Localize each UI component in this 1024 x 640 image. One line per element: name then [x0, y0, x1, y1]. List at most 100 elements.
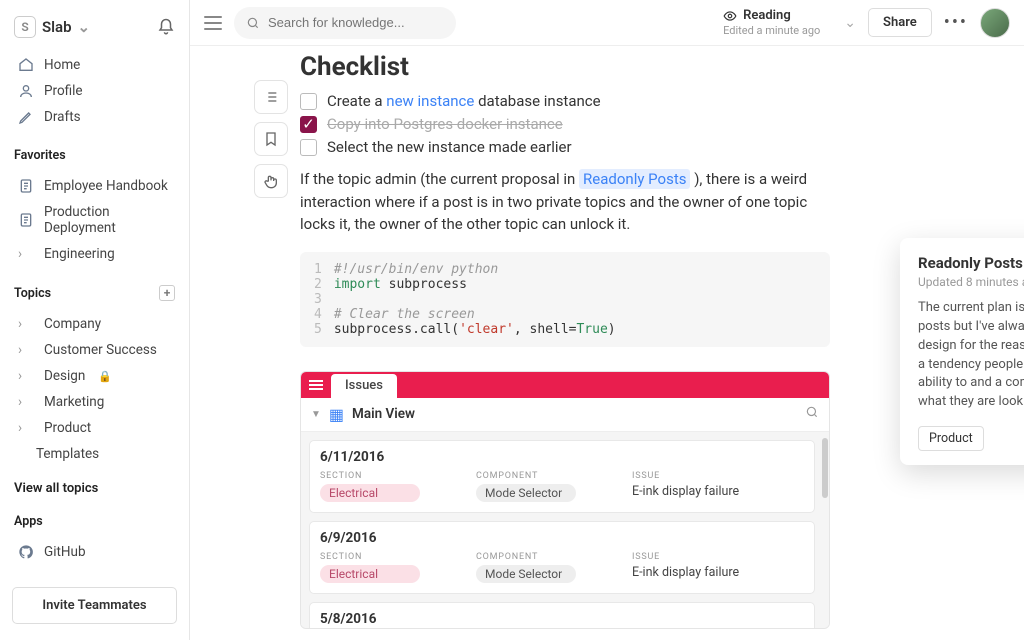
issue-card[interactable]: 5/8/2016SECTIONCOMPONENTISSUE [309, 602, 815, 628]
app-github[interactable]: GitHub [8, 539, 181, 565]
link-new-instance[interactable]: new instance [386, 92, 474, 110]
checklist-text: Select the new instance made earlier [327, 138, 572, 156]
mention-readonly-posts[interactable]: Readonly Posts [579, 169, 690, 189]
doc-icon [18, 178, 34, 194]
list-icon [263, 89, 279, 105]
scrollbar[interactable] [822, 438, 828, 498]
topic-item[interactable]: ›Marketing [8, 389, 181, 415]
add-topic-button[interactable]: + [159, 285, 175, 301]
col-label: ISSUE [632, 552, 772, 562]
checklist-text: Copy into Postgres docker instance [327, 115, 563, 133]
col-label: SECTION [320, 471, 420, 481]
issue-date: 6/11/2016 [320, 449, 804, 465]
invite-teammates-button[interactable]: Invite Teammates [12, 587, 177, 624]
bookmark-icon [263, 131, 279, 147]
nav-drafts[interactable]: Drafts [8, 104, 181, 130]
nav-profile-label: Profile [44, 83, 83, 99]
search-icon[interactable] [805, 405, 819, 423]
issue-date: 6/9/2016 [320, 530, 804, 546]
checklist-item[interactable]: Select the new instance made earlier [300, 138, 1024, 156]
doc-rail [190, 46, 300, 640]
document: Checklist Create a new instance database… [300, 46, 1024, 640]
embed-menu-icon[interactable] [309, 380, 323, 390]
notifications-icon[interactable] [157, 18, 175, 36]
status-subtext: Edited a minute ago [723, 24, 820, 37]
issue-card[interactable]: 6/9/2016SECTIONElectricalCOMPONENTMode S… [309, 521, 815, 594]
topic-item[interactable]: ›Design🔒 [8, 363, 181, 389]
topic-item[interactable]: Templates [8, 441, 181, 467]
search-input[interactable] [268, 15, 444, 30]
more-menu[interactable]: ••• [944, 12, 968, 33]
fav-label: Employee Handbook [44, 178, 168, 194]
nav-home-label: Home [44, 57, 80, 73]
code-block: 12345 #!/usr/bin/env python import subpr… [300, 252, 830, 347]
status-dropdown[interactable]: Reading Edited a minute ago [723, 8, 820, 37]
menu-toggle[interactable] [204, 16, 222, 30]
embed-header: Issues [301, 372, 829, 398]
eye-icon [723, 9, 737, 23]
checklist-item[interactable]: Create a new instance database instance [300, 92, 1024, 110]
fav-item[interactable]: › Engineering [8, 241, 181, 267]
apps-header: Apps [0, 500, 189, 535]
nav-home[interactable]: Home [8, 52, 181, 78]
checklist-item[interactable]: ✓ Copy into Postgres docker instance [300, 115, 1024, 133]
embed-view-name[interactable]: Main View [352, 406, 797, 422]
embed-tab-issues[interactable]: Issues [331, 374, 397, 398]
issue-card[interactable]: 6/11/2016SECTIONElectricalCOMPONENTMode … [309, 440, 815, 513]
topbar: Reading Edited a minute ago ⌄ Share ••• [190, 0, 1024, 46]
fav-label: Production Deployment [44, 204, 171, 236]
workspace-switcher[interactable]: S Slab ⌄ [14, 16, 88, 38]
topic-label: Company [44, 316, 101, 332]
popover-meta: Updated 8 minutes ago · 4 views [918, 275, 1024, 289]
popover-tag[interactable]: Product [918, 426, 984, 451]
popover-body: The current plan is to add the ability t… [918, 299, 1024, 412]
share-button[interactable]: Share [868, 8, 932, 37]
issue-text: E-ink display failure [632, 565, 772, 580]
col-label: ISSUE [632, 471, 772, 481]
user-avatar[interactable] [980, 8, 1010, 38]
component-pill: Mode Selector [476, 565, 576, 583]
clap-button[interactable] [254, 164, 288, 198]
page-title: Checklist [300, 52, 1024, 82]
embed-body[interactable]: 6/11/2016SECTIONElectricalCOMPONENTMode … [301, 432, 829, 628]
line-numbers: 12345 [314, 262, 334, 337]
checkbox[interactable] [300, 139, 317, 156]
topic-label: Product [44, 420, 91, 436]
chevron-right-icon: › [18, 420, 34, 436]
triangle-down-icon[interactable]: ▼ [311, 409, 321, 420]
fav-item[interactable]: Production Deployment [8, 199, 181, 241]
chevron-right-icon: › [18, 368, 34, 384]
embed-subheader: ▼ ▦ Main View [301, 398, 829, 432]
col-label: COMPONENT [476, 471, 576, 481]
bookmark-button[interactable] [254, 122, 288, 156]
col-label: COMPONENT [476, 552, 576, 562]
checkbox-checked[interactable]: ✓ [300, 116, 317, 133]
favorites-header: Favorites [0, 134, 189, 169]
topic-label: Design [44, 368, 85, 384]
app-github-label: GitHub [44, 544, 86, 560]
status-label: Reading [743, 8, 791, 24]
home-icon [18, 57, 34, 73]
fav-item[interactable]: Employee Handbook [8, 173, 181, 199]
nav-profile[interactable]: Profile [8, 78, 181, 104]
sidebar: S Slab ⌄ Home Profile Drafts Favorites E… [0, 0, 190, 640]
clap-icon [263, 173, 279, 189]
topic-label: Customer Success [44, 342, 157, 358]
pencil-icon [18, 109, 34, 125]
component-pill: Mode Selector [476, 484, 576, 502]
topic-item[interactable]: ›Company [8, 311, 181, 337]
view-all-topics[interactable]: View all topics [0, 471, 189, 500]
user-icon [18, 83, 34, 99]
nav-drafts-label: Drafts [44, 109, 81, 125]
topic-item[interactable]: › Product [8, 415, 181, 441]
topic-item[interactable]: ›Customer Success [8, 337, 181, 363]
issue-date: 5/8/2016 [320, 611, 804, 627]
code-content: #!/usr/bin/env python import subprocess … [334, 262, 616, 337]
outline-button[interactable] [254, 80, 288, 114]
issue-text: E-ink display failure [632, 484, 772, 499]
checkbox[interactable] [300, 93, 317, 110]
topic-label: Marketing [44, 394, 104, 410]
chevron-right-icon: › [18, 246, 34, 262]
github-icon [18, 544, 34, 560]
search-field[interactable] [234, 7, 456, 39]
